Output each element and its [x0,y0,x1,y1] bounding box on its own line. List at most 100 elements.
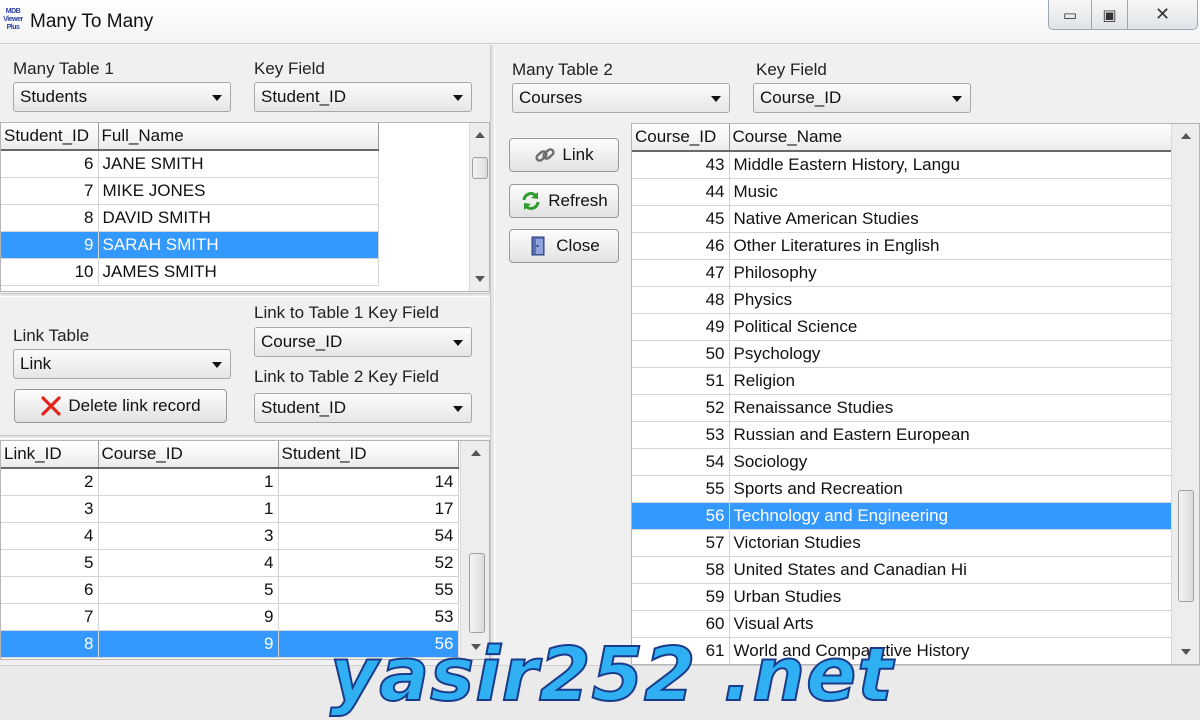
table-row[interactable]: 52 Renaissance Studies [632,394,1172,422]
table-row[interactable]: 6 JANE SMITH [1,150,379,178]
table-row[interactable]: 49 Political Science [632,313,1172,341]
title-bar: MDB Viewer Plus Many To Many ▭ ▣ ✕ [0,0,1200,44]
chevron-down-icon [453,95,463,101]
table-row[interactable]: 53 Russian and Eastern European [632,421,1172,449]
table-row[interactable]: 58 United States and Canadian Hi [632,556,1172,584]
column-header-link-id[interactable]: Link_ID [1,441,99,469]
close-window-button[interactable]: ✕ [1128,0,1198,30]
table-row[interactable]: 51 Religion [632,367,1172,395]
courses-scrollbar[interactable] [1171,124,1199,664]
left-panel: Many Table 1 Students Key Field Student_… [0,45,490,665]
door-exit-icon [528,235,550,257]
chevron-down-icon [711,96,721,102]
refresh-button[interactable]: Refresh [509,184,619,218]
horizontal-splitter[interactable] [0,293,490,297]
scroll-up-icon[interactable] [1181,133,1191,139]
many-table-1-select[interactable]: Students [13,82,231,112]
link-to-table-1-label: Link to Table 1 Key Field [254,303,439,322]
column-header-student-id[interactable]: Student_ID [1,123,99,151]
delete-link-record-label: Delete link record [68,396,201,415]
table-row[interactable]: 44 Music [632,178,1172,206]
many-table-2-select[interactable]: Courses [512,83,730,113]
link-table-select[interactable]: Link [13,349,231,379]
table-row[interactable]: 4 3 54 [1,522,459,550]
link-to-table-1-value: Course_ID [261,332,343,351]
table-row[interactable]: 54 Sociology [632,448,1172,476]
many-table-2-label: Many Table 2 [512,60,613,79]
maximize-button[interactable]: ▣ [1092,0,1128,30]
chevron-down-icon [212,362,222,368]
key-field-1-label: Key Field [254,59,325,78]
link-grid[interactable]: Link_ID Course_ID Student_ID 2 1 14 3 1 17 4… [0,440,490,660]
link-button-label: Link [562,145,594,164]
scroll-thumb[interactable] [1178,490,1194,602]
link-table-label: Link Table [13,326,90,345]
key-field-2-value: Course_ID [760,88,842,107]
horizontal-splitter[interactable] [0,435,490,439]
chevron-down-icon [453,340,463,346]
table-row[interactable]: 43 Middle Eastern History, Langu [632,151,1172,179]
chevron-down-icon [212,95,222,101]
scroll-up-icon[interactable] [475,132,485,138]
link-to-table-1-select[interactable]: Course_ID [254,327,472,357]
courses-grid[interactable]: Course_ID Course_Name 43 Middle Eastern H… [631,123,1200,665]
scroll-thumb[interactable] [469,553,485,633]
table-row[interactable]: 6 5 55 [1,576,459,604]
table-row[interactable]: 45 Native American Studies [632,205,1172,233]
table-row[interactable]: 57 Victorian Studies [632,529,1172,557]
link-button[interactable]: Link [509,138,619,172]
app-icon: MDB Viewer Plus [3,8,23,31]
many-table-2-value: Courses [519,88,583,107]
chain-link-icon [534,144,556,166]
table-row[interactable]: 10 JAMES SMITH [1,258,379,286]
column-header-course-id[interactable]: Course_ID [632,124,730,152]
table-row[interactable]: 55 Sports and Recreation [632,475,1172,503]
table-row[interactable]: 47 Philosophy [632,259,1172,287]
column-header-course-name[interactable]: Course_Name [729,124,1172,152]
scroll-up-icon[interactable] [471,450,481,456]
table-row[interactable]: 8 DAVID SMITH [1,204,379,232]
link-to-table-2-select[interactable]: Student_ID [254,393,472,423]
table-row-selected[interactable]: 9 SARAH SMITH [1,231,379,259]
students-grid[interactable]: Student_ID Full_Name 6 JANE SMITH 7 MIKE J… [0,122,490,292]
minimize-button[interactable]: ▭ [1048,0,1092,30]
key-field-1-value: Student_ID [261,87,347,106]
table-row[interactable]: 48 Physics [632,286,1172,314]
table-row[interactable]: 46 Other Literatures in English [632,232,1172,260]
key-field-2-select[interactable]: Course_ID [753,83,971,113]
link-table-value: Link [20,354,52,373]
table-row[interactable]: 5 4 52 [1,549,459,577]
table-row[interactable]: 2 1 14 [1,468,459,496]
key-field-2-label: Key Field [756,60,827,79]
window-title: Many To Many [30,11,154,32]
table-row[interactable]: 7 9 53 [1,603,459,631]
link-grid-scrollbar[interactable] [460,441,489,659]
chevron-down-icon [952,96,962,102]
table-row[interactable]: 59 Urban Studies [632,583,1172,611]
many-table-1-value: Students [20,87,88,106]
many-table-1-label: Many Table 1 [13,59,114,78]
link-to-table-2-value: Student_ID [261,398,347,417]
table-row-selected[interactable]: 56 Technology and Engineering [632,502,1172,530]
refresh-button-label: Refresh [548,191,608,210]
scroll-down-icon[interactable] [1181,649,1191,655]
column-header-course-id[interactable]: Course_ID [98,441,279,469]
refresh-icon [520,190,542,212]
delete-link-record-button[interactable]: Delete link record [14,389,227,423]
table-row[interactable]: 3 1 17 [1,495,459,523]
watermark-text: yasir252 .net [329,631,894,719]
scroll-down-icon[interactable] [475,276,485,282]
window-controls: ▭ ▣ ✕ [1048,0,1198,30]
red-x-icon [40,395,62,417]
right-panel: Many Table 2 Courses Key Field Course_ID… [495,45,1200,665]
scroll-thumb[interactable] [472,157,488,179]
table-row[interactable]: 50 Psychology [632,340,1172,368]
column-header-full-name[interactable]: Full_Name [98,123,379,151]
close-button[interactable]: Close [509,229,619,263]
key-field-1-select[interactable]: Student_ID [254,82,472,112]
students-scrollbar[interactable] [469,123,489,291]
column-header-student-id[interactable]: Student_ID [278,441,459,469]
chevron-down-icon [453,406,463,412]
link-to-table-2-label: Link to Table 2 Key Field [254,367,439,386]
table-row[interactable]: 7 MIKE JONES [1,177,379,205]
